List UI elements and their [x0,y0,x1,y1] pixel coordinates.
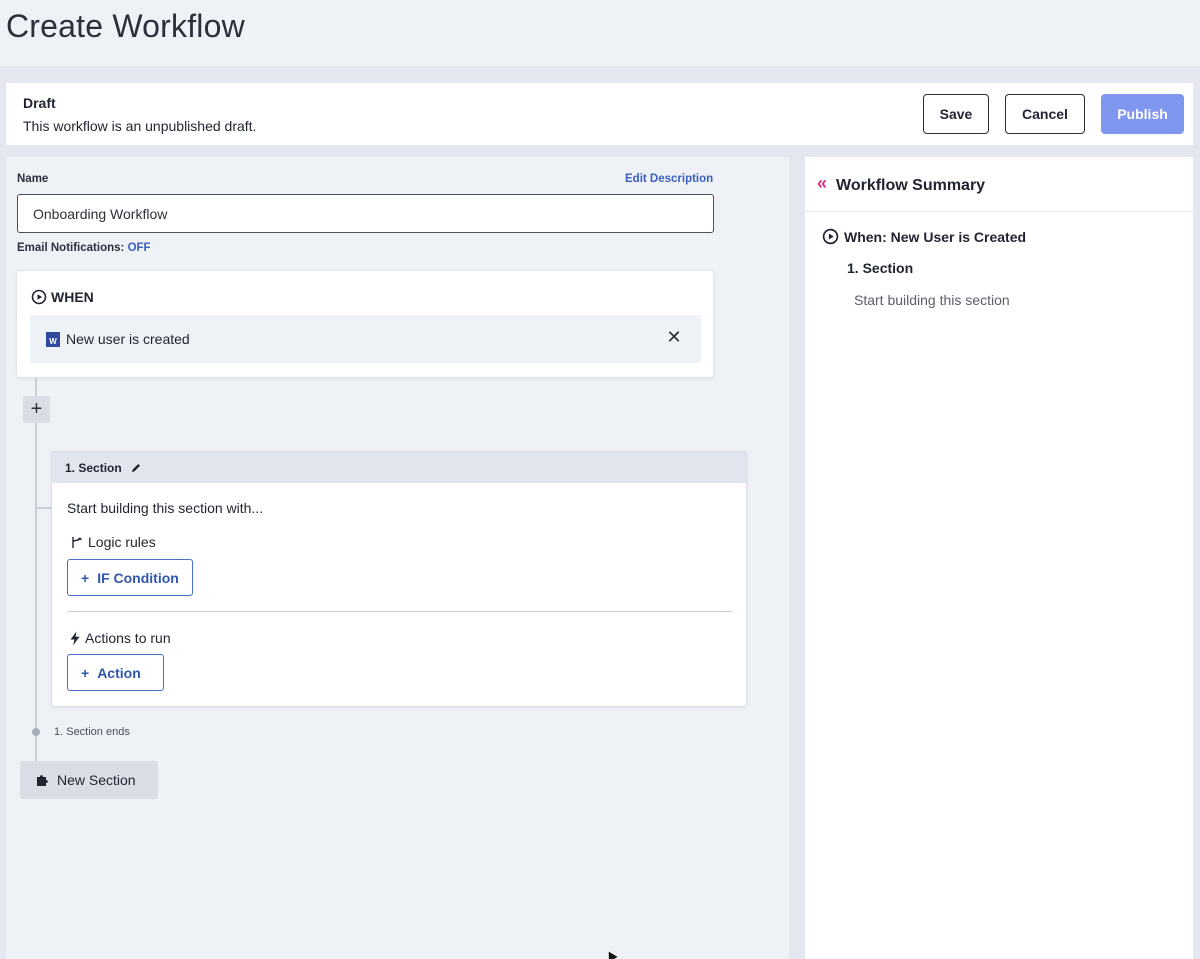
new-section-label: New Section [57,772,136,788]
workflow-editor-panel: Name Edit Description Email Notification… [6,157,789,959]
section-ends-label: 1. Section ends [54,726,130,738]
draft-status-description: This workflow is an unpublished draft. [23,118,257,134]
workflow-summary-panel: « Workflow Summary When: New User is Cre… [805,157,1193,959]
section-title: 1. Section [65,461,142,475]
draft-status-title: Draft [23,95,56,111]
flow-connector [37,507,52,509]
play-circle-icon [822,228,839,245]
plus-icon[interactable]: + [23,396,50,423]
name-label: Name [17,173,49,185]
summary-section-title[interactable]: 1. Section [847,260,913,276]
edit-description-link[interactable]: Edit Description [625,173,713,185]
cancel-button[interactable]: Cancel [1005,94,1085,134]
summary-title: Workflow Summary [836,177,986,194]
email-notifications-toggle[interactable]: OFF [128,242,151,254]
puzzle-icon [35,773,49,787]
trigger-label: New user is created [66,331,190,347]
email-notifications-label: Email Notifications: [17,242,125,254]
draft-bar: Draft This workflow is an unpublished dr… [6,83,1193,145]
publish-button[interactable]: Publish [1101,94,1184,134]
email-notifications: Email Notifications: OFF [17,242,151,254]
close-icon[interactable]: ✕ [666,327,682,348]
flow-connector [35,378,37,396]
flow-connector [35,423,37,762]
actions-to-run-text: Actions to run [85,630,171,646]
lightning-icon [69,631,81,646]
logic-rules-text: Logic rules [88,534,156,550]
section-title-label: 1. Section [65,461,122,475]
actions-to-run-label: Actions to run [69,630,171,646]
section-card: 1. Section Start building this section w… [51,451,747,707]
plus-icon: + [81,664,90,681]
add-if-condition-button[interactable]: + IF Condition [67,559,193,596]
section-divider [67,611,732,612]
add-action-button[interactable]: + Action [67,654,164,691]
section-start-text: Start building this section with... [67,500,264,516]
top-header: Create Workflow [0,0,1200,66]
when-heading: WHEN [31,289,94,305]
play-circle-icon [31,289,47,305]
save-button[interactable]: Save [923,94,989,134]
summary-header: « Workflow Summary [805,157,1193,212]
pencil-icon[interactable] [130,462,142,474]
trigger-row[interactable]: W New user is created ✕ [30,315,701,363]
action-label: Action [97,664,141,681]
plus-icon: + [81,569,90,586]
double-chevron-left-icon[interactable]: « [817,174,827,192]
app-badge-icon: W [46,332,60,347]
summary-when: When: New User is Created [822,228,1026,245]
when-heading-label: WHEN [51,289,94,305]
branch-icon [69,535,84,550]
summary-when-text: When: New User is Created [844,228,1027,245]
summary-start-text: Start building this section [854,292,1010,308]
section-header: 1. Section [52,452,746,483]
workflow-name-input[interactable] [17,194,714,233]
if-condition-label: IF Condition [97,569,179,586]
when-trigger-card: WHEN W New user is created ✕ [16,270,714,378]
logic-rules-label: Logic rules [69,534,156,550]
section-end-dot [32,728,40,736]
new-section-button[interactable]: New Section [20,761,158,799]
page-title: Create Workflow [6,8,245,44]
